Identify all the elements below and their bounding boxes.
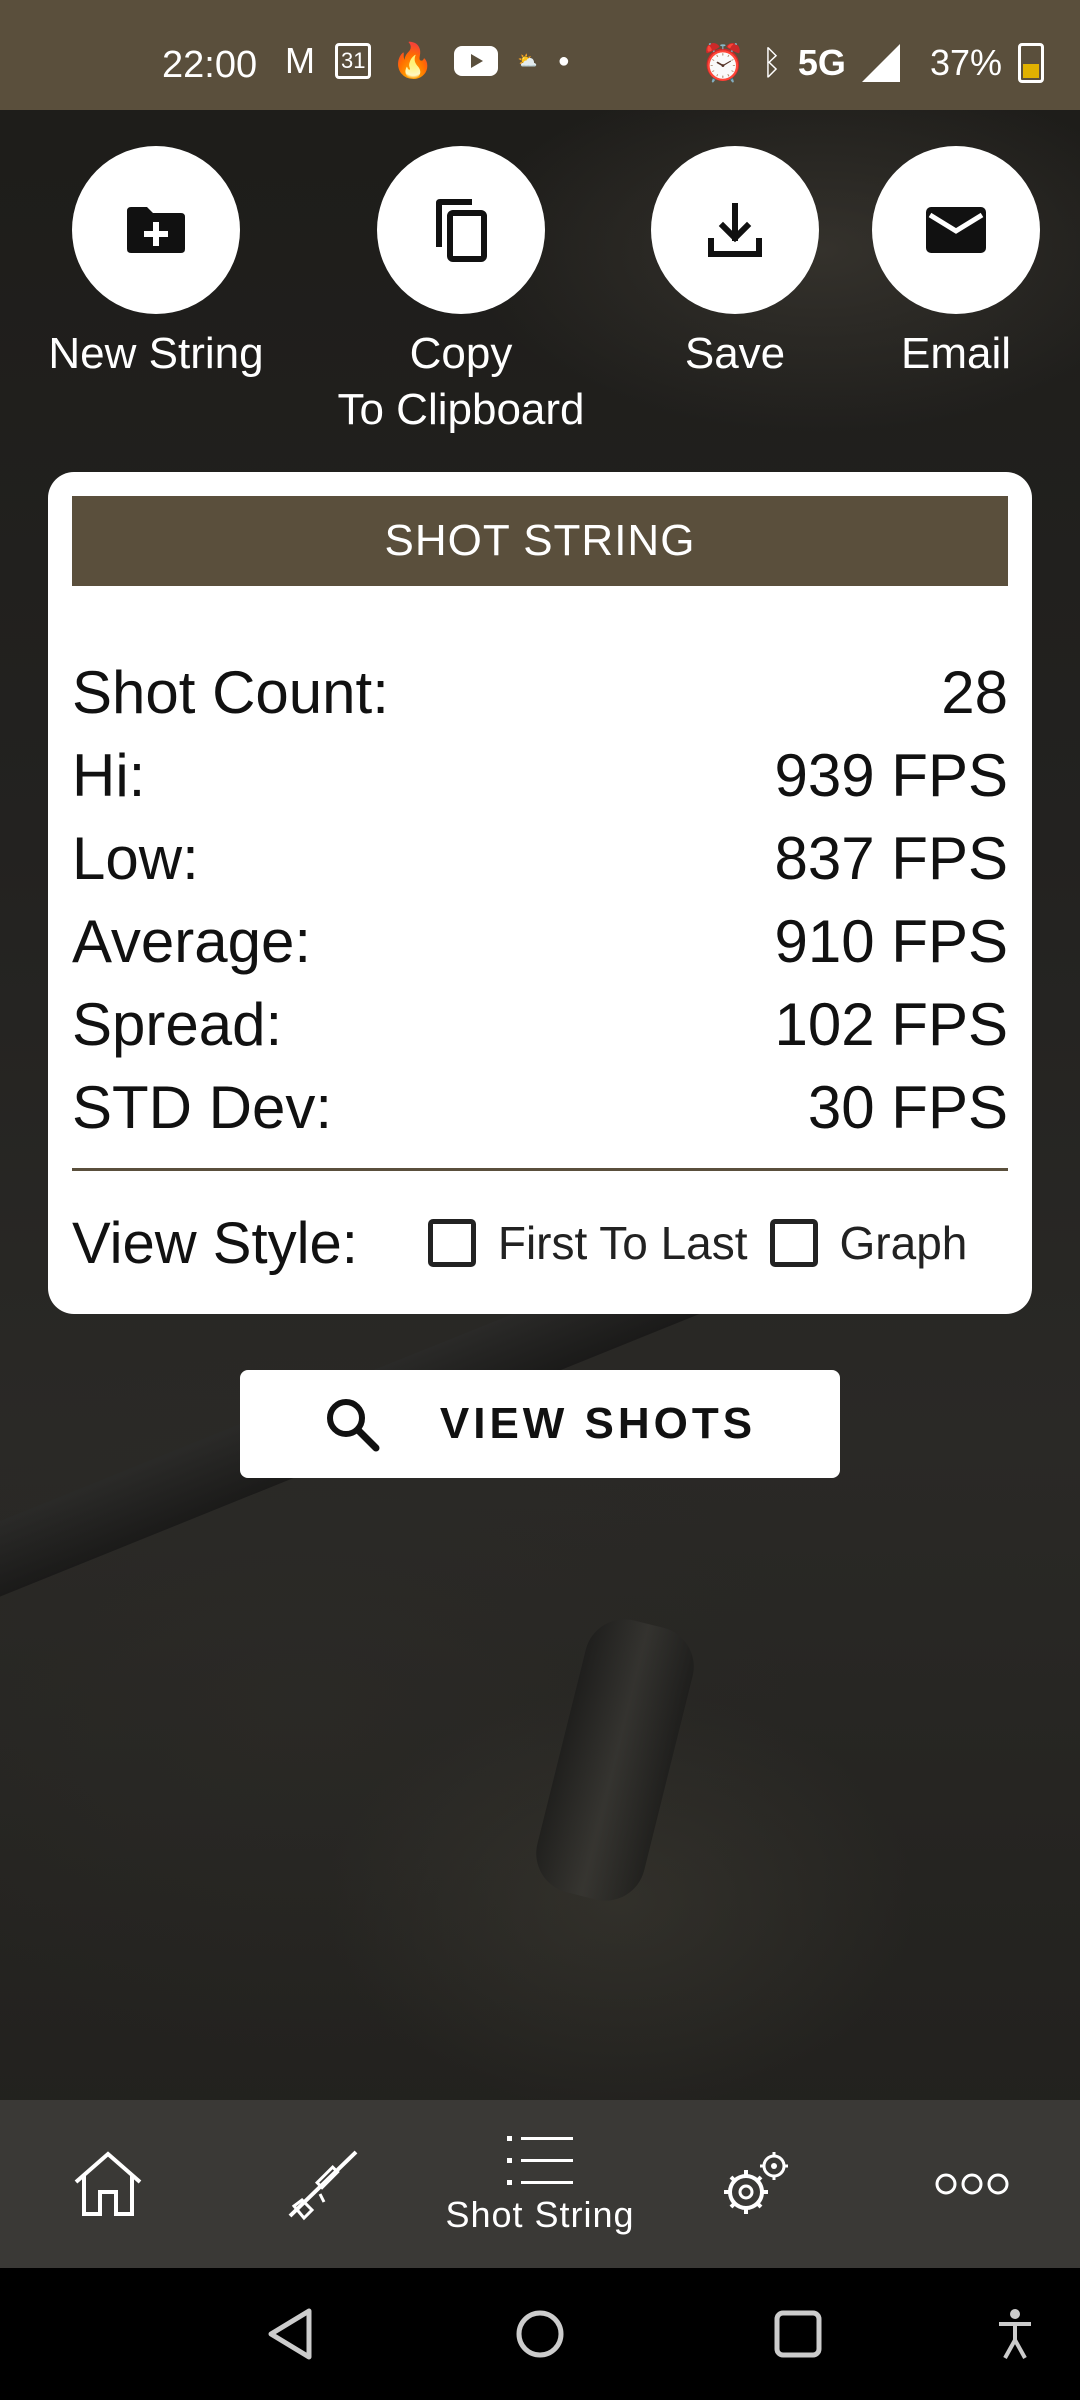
stat-row-spread: Spread: 102 FPS bbox=[72, 984, 1008, 1064]
view-shots-button[interactable]: VIEW SHOTS bbox=[240, 1370, 840, 1478]
battery-percent: 37% bbox=[929, 42, 1002, 83]
spread-value: 102 FPS bbox=[774, 990, 1008, 1058]
action-bar: New String Copy To Clipboard Save Email bbox=[0, 146, 1080, 446]
battery-icon bbox=[1018, 43, 1044, 83]
hi-value: 939 FPS bbox=[774, 741, 1008, 809]
back-button[interactable] bbox=[240, 2268, 340, 2400]
home-icon bbox=[74, 2151, 142, 2216]
list-icon bbox=[507, 2136, 573, 2185]
nav-home[interactable] bbox=[40, 2100, 176, 2268]
average-label: Average: bbox=[72, 907, 312, 975]
status-icons: M 31 🔥 ⛅ ● bbox=[285, 40, 570, 82]
copy-to-clipboard-button[interactable]: Copy To Clipboard bbox=[310, 146, 612, 438]
gmail-icon: M bbox=[285, 40, 315, 81]
save-label: Save bbox=[684, 329, 786, 378]
nav-more[interactable] bbox=[904, 2100, 1040, 2268]
view-shots-label: VIEW SHOTS bbox=[439, 1399, 757, 1448]
card-divider bbox=[72, 1168, 1008, 1171]
accessibility-button[interactable] bbox=[980, 2268, 1050, 2400]
view-style-row: View Style: First To Last Graph bbox=[72, 1202, 1008, 1284]
copy-icon bbox=[436, 199, 487, 262]
copy-label: Copy To Clipboard bbox=[337, 326, 584, 438]
calendar-icon: 31 bbox=[335, 43, 372, 79]
email-circle[interactable] bbox=[872, 146, 1040, 314]
email-button[interactable]: Email bbox=[856, 146, 1056, 382]
recents-button[interactable] bbox=[748, 2268, 848, 2400]
signal-icon bbox=[861, 44, 900, 82]
view-style-label: View Style: bbox=[72, 1210, 358, 1276]
status-time: 22:00 bbox=[162, 44, 258, 86]
spread-label: Spread: bbox=[72, 990, 283, 1058]
stat-row-average: Average: 910 FPS bbox=[72, 901, 1008, 981]
save-circle[interactable] bbox=[651, 146, 819, 314]
nav-settings[interactable] bbox=[688, 2100, 824, 2268]
status-bar: 22:00 M 31 🔥 ⛅ ● ⏰ ᛒ 5G 37% bbox=[0, 0, 1080, 110]
email-label: Email bbox=[900, 329, 1012, 378]
shot-count-value: 28 bbox=[941, 658, 1008, 726]
first-to-last-box[interactable] bbox=[427, 1219, 476, 1267]
low-label: Low: bbox=[72, 824, 199, 892]
new-string-button[interactable]: New String bbox=[38, 146, 274, 382]
rifle-icon bbox=[288, 2150, 358, 2221]
save-button[interactable]: Save bbox=[628, 146, 842, 382]
dot-icon: ● bbox=[557, 49, 570, 72]
hi-label: Hi: bbox=[72, 741, 146, 809]
shot-string-card: SHOT STRING Shot Count: 28 Hi: 939 FPS L… bbox=[48, 472, 1032, 1314]
back-icon bbox=[268, 2308, 312, 2360]
std-dev-value: 30 FPS bbox=[807, 1073, 1008, 1141]
new-string-circle[interactable] bbox=[72, 146, 240, 314]
low-value: 837 FPS bbox=[774, 824, 1008, 892]
nav-rifle[interactable] bbox=[256, 2100, 392, 2268]
average-value: 910 FPS bbox=[774, 907, 1008, 975]
first-to-last-checkbox[interactable]: First To Last bbox=[427, 1216, 748, 1270]
first-to-last-label: First To Last bbox=[497, 1217, 748, 1269]
flame-icon: 🔥 bbox=[391, 42, 434, 80]
std-dev-label: STD Dev: bbox=[72, 1073, 333, 1141]
stat-row-low: Low: 837 FPS bbox=[72, 818, 1008, 898]
stat-row-std-dev: STD Dev: 30 FPS bbox=[72, 1067, 1008, 1147]
bluetooth-icon: ᛒ bbox=[761, 43, 782, 82]
new-folder-icon bbox=[127, 207, 185, 253]
mail-icon bbox=[926, 207, 986, 253]
network-type: 5G bbox=[797, 42, 846, 83]
status-right: ⏰ ᛒ 5G 37% bbox=[701, 42, 1044, 84]
graph-label: Graph bbox=[839, 1217, 968, 1269]
more-icon bbox=[935, 2173, 1009, 2195]
copy-label-line2: To Clipboard bbox=[337, 385, 585, 434]
accessibility-icon bbox=[999, 2309, 1031, 2359]
shot-count-label: Shot Count: bbox=[72, 658, 389, 726]
download-icon bbox=[708, 203, 762, 257]
nav-shot-string-label: Shot String bbox=[445, 2194, 635, 2235]
weather-icon: ⛅ bbox=[517, 53, 538, 70]
nav-shot-string[interactable]: Shot String bbox=[420, 2100, 660, 2268]
alarm-icon: ⏰ bbox=[700, 42, 746, 83]
copy-circle[interactable] bbox=[377, 146, 545, 314]
settings-icon bbox=[724, 2152, 788, 2214]
home-system-button[interactable] bbox=[490, 2268, 590, 2400]
youtube-icon bbox=[453, 46, 498, 76]
new-string-label: New String bbox=[48, 329, 264, 378]
stat-row-hi: Hi: 939 FPS bbox=[72, 735, 1008, 815]
stat-row-shot-count: Shot Count: 28 bbox=[72, 652, 1008, 732]
graph-box[interactable] bbox=[769, 1219, 818, 1267]
copy-label-line1: Copy bbox=[409, 329, 513, 378]
graph-checkbox[interactable]: Graph bbox=[769, 1216, 968, 1270]
card-title: SHOT STRING bbox=[72, 496, 1008, 586]
bottom-nav: Shot String bbox=[0, 2100, 1080, 2268]
system-nav-bar bbox=[0, 2268, 1080, 2400]
circle-home-icon bbox=[516, 2310, 564, 2358]
search-icon bbox=[326, 1399, 380, 1452]
square-recents-icon bbox=[774, 2310, 822, 2358]
